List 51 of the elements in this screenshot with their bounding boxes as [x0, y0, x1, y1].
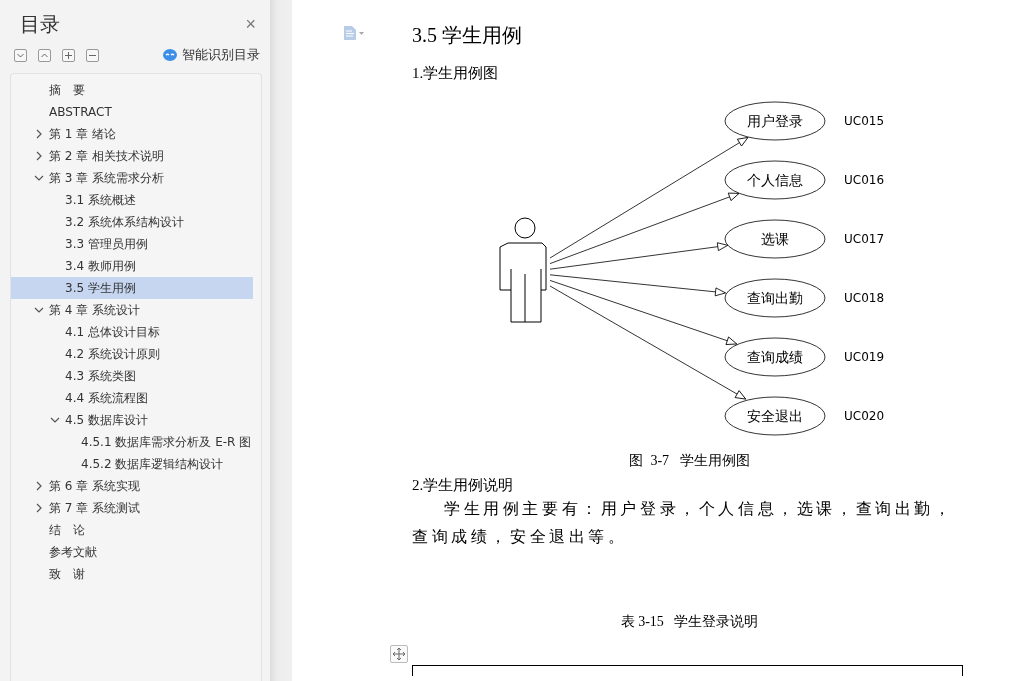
toc-item[interactable]: ABSTRACT	[11, 101, 253, 123]
use-case-id: UC018	[844, 291, 885, 305]
section-heading: 3.5 学生用例	[412, 23, 523, 48]
toc-item[interactable]: 参考文献	[11, 541, 253, 563]
table-caption: 表 3-15 学生登录说明	[619, 613, 760, 631]
subheading: 2.学生用例说明	[412, 476, 515, 495]
use-case-id: UC015	[844, 114, 885, 128]
toc-item[interactable]: 3.3 管理员用例	[11, 233, 253, 255]
panel-title: 目录	[20, 10, 60, 38]
toc-item[interactable]: 3.2 系统体系结构设计	[11, 211, 253, 233]
toc-item[interactable]: 第 1 章 绪论	[11, 123, 253, 145]
toc-item[interactable]: 第 4 章 系统设计	[11, 299, 253, 321]
subheading: 1.学生用例图	[412, 64, 500, 83]
plus-icon	[64, 50, 73, 60]
figure-caption: 图 3-7 学生用例图	[628, 452, 751, 470]
minus-button[interactable]	[86, 48, 99, 62]
use-case-ellipse: 个人信息	[724, 160, 826, 200]
toc-item[interactable]: 致 谢	[11, 563, 253, 585]
body-paragraph: 学生用例主要有：用户登录，个人信息，选课，查询出勤，查询成绩，安全退出等。	[412, 499, 955, 547]
use-case-id: UC016	[844, 173, 885, 187]
use-case-ellipse: 查询成绩	[724, 337, 826, 377]
toc-item[interactable]: 第 7 章 系统测试	[11, 497, 253, 519]
close-button[interactable]: ×	[245, 13, 256, 35]
toc-item[interactable]: 3.1 系统概述	[11, 189, 253, 211]
expand-up-button[interactable]	[38, 48, 51, 62]
toc-item[interactable]: 第 3 章 系统需求分析	[11, 167, 253, 189]
toc-item[interactable]: 4.1 总体设计目标	[11, 321, 253, 343]
use-case-ellipse: 查询出勤	[724, 278, 826, 318]
use-case-ellipse: 选课	[724, 219, 826, 259]
toc-item[interactable]: 4.2 系统设计原则	[11, 343, 253, 365]
use-case-ellipse: 安全退出	[724, 396, 826, 436]
use-case-ellipse: 用户登录	[724, 101, 826, 141]
toc-item[interactable]: 结 论	[11, 519, 253, 541]
toc-item[interactable]: 摘 要	[11, 79, 253, 101]
use-case-id: UC020	[844, 409, 885, 423]
move-handle-icon[interactable]	[390, 645, 408, 663]
use-case-id: UC019	[844, 350, 885, 364]
toc-item[interactable]: 4.5.2 数据库逻辑结构设计	[11, 453, 253, 475]
smart-toc-button[interactable]: 智能识别目录	[163, 46, 260, 64]
use-case-id: UC017	[844, 232, 885, 246]
toc-item[interactable]: 4.5 数据库设计	[11, 409, 253, 431]
toc-item[interactable]: 4.4 系统流程图	[11, 387, 253, 409]
cloud-icon	[163, 49, 177, 61]
toc-item[interactable]: 4.3 系统类图	[11, 365, 253, 387]
toc-item[interactable]: 3.4 教师用例	[11, 255, 253, 277]
collapse-all-button[interactable]	[14, 48, 27, 62]
plus-button[interactable]	[62, 48, 75, 62]
toc-item[interactable]: 第 2 章 相关技术说明	[11, 145, 253, 167]
toc-item[interactable]: 3.5 学生用例	[11, 277, 253, 299]
toc-item[interactable]: 4.5.1 数据库需求分析及 E-R 图	[11, 431, 253, 453]
toc-item[interactable]: 第 6 章 系统实现	[11, 475, 253, 497]
